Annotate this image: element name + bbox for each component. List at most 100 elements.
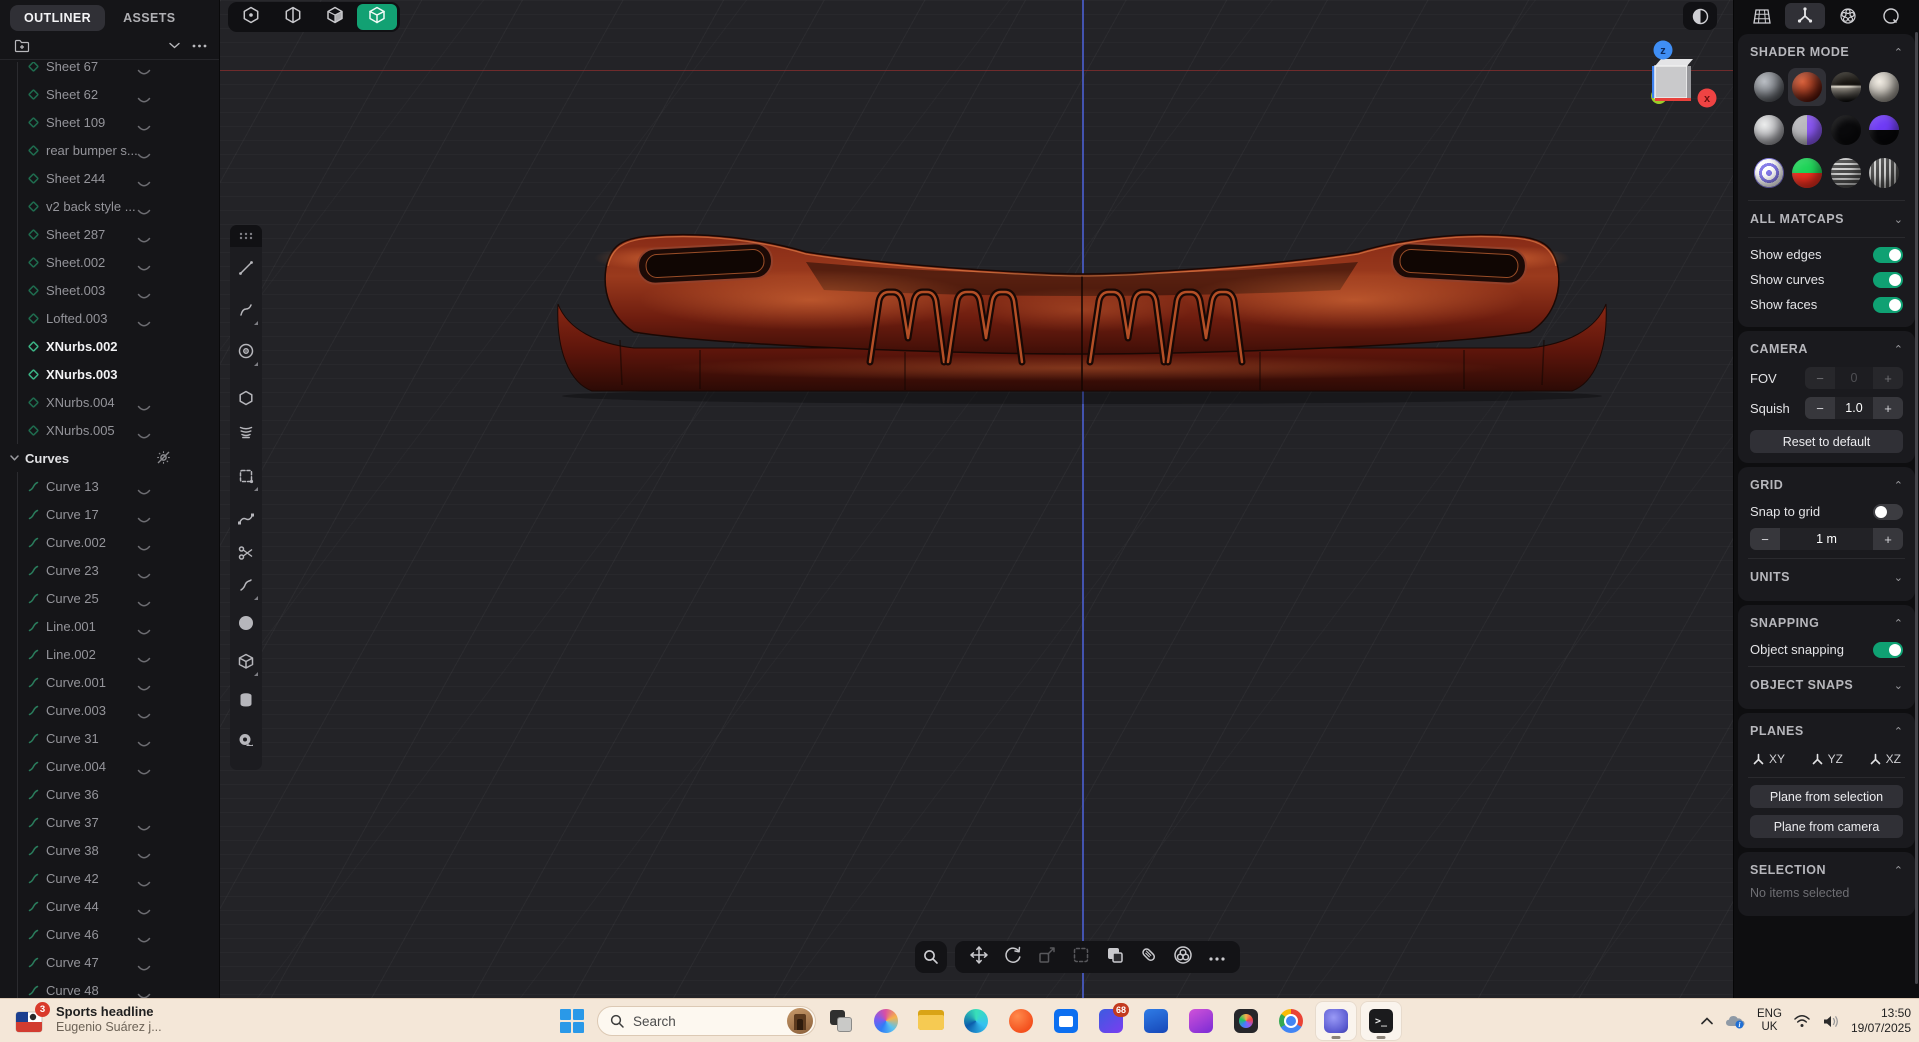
grid-header[interactable]: GRID ⌃ xyxy=(1750,471,1903,499)
news-widget[interactable]: 3 Sports headline Eugenio Suárez j... xyxy=(14,1003,162,1036)
rectangle-tool-button[interactable] xyxy=(230,463,262,493)
outliner-item-curve-48[interactable]: Curve 48 xyxy=(0,976,219,998)
fov-increase-button[interactable]: + xyxy=(1873,367,1903,389)
matcap-black[interactable] xyxy=(1827,111,1865,149)
panel-scrollbar[interactable] xyxy=(1915,32,1918,984)
matcap-pearl[interactable] xyxy=(1865,68,1903,106)
outliner-item-lofted-003[interactable]: Lofted.003 xyxy=(0,304,219,332)
outliner-item-sheet-62[interactable]: Sheet 62 xyxy=(0,80,219,108)
outliner-item-rear-bumper-s-[interactable]: rear bumper s... xyxy=(0,136,219,164)
plane-from-camera-button[interactable]: Plane from camera xyxy=(1750,815,1903,838)
grid-size-increase-button[interactable]: + xyxy=(1873,528,1903,550)
outliner-item-curve-13[interactable]: Curve 13 xyxy=(0,472,219,500)
trim-tool-button[interactable] xyxy=(230,419,262,449)
face-mode-button[interactable] xyxy=(315,4,355,30)
region-tool-button[interactable] xyxy=(1067,944,1094,971)
edge-taskbar-button[interactable] xyxy=(956,1002,996,1040)
matcap-steel[interactable] xyxy=(1750,68,1788,106)
media-player-taskbar-button[interactable] xyxy=(1181,1002,1221,1040)
plane-xz-button[interactable]: XZ xyxy=(1869,752,1901,766)
matcap-gray-purple-split[interactable] xyxy=(1788,111,1826,149)
grid-size-value[interactable]: 1 m xyxy=(1780,528,1873,550)
outliner-item-curve-42[interactable]: Curve 42 xyxy=(0,864,219,892)
plane-xy-button[interactable]: XY xyxy=(1752,752,1785,766)
tape-tool-button[interactable] xyxy=(230,727,262,757)
reset-to-default-button[interactable]: Reset to default xyxy=(1750,430,1903,453)
polygon-tool-button[interactable] xyxy=(230,385,262,415)
outliner-group-curves[interactable]: Curves xyxy=(0,444,219,472)
render-grid-tab[interactable] xyxy=(1742,3,1782,29)
terminal-taskbar-button[interactable]: >_ xyxy=(1361,1002,1401,1040)
taskbar-search[interactable] xyxy=(597,1006,816,1036)
visibility-off-icon[interactable] xyxy=(156,450,171,470)
phone-link-taskbar-button[interactable]: 68 xyxy=(1091,1002,1131,1040)
selection-header[interactable]: SELECTION ⌃ xyxy=(1750,856,1903,884)
brave-taskbar-button[interactable] xyxy=(1001,1002,1041,1040)
start-button[interactable] xyxy=(552,1002,592,1040)
outliner-item-xnurbs-004[interactable]: XNurbs.004 xyxy=(0,388,219,416)
zoom-search-button[interactable] xyxy=(915,941,947,973)
camera-header[interactable]: CAMERA ⌃ xyxy=(1750,335,1903,363)
outliner-item-sheet-287[interactable]: Sheet 287 xyxy=(0,220,219,248)
outliner-item-sheet-003[interactable]: Sheet.003 xyxy=(0,276,219,304)
view-cube-gizmo[interactable]: z x xyxy=(1645,36,1717,114)
outliner-item-curve-23[interactable]: Curve 23 xyxy=(0,556,219,584)
move-tool-button[interactable] xyxy=(965,944,992,971)
outliner-item-xnurbs-003[interactable]: XNurbs.003 xyxy=(0,360,219,388)
fov-decrease-button[interactable]: − xyxy=(1805,367,1835,389)
tab-outliner[interactable]: OUTLINER xyxy=(10,5,105,31)
volume-icon[interactable] xyxy=(1822,1014,1840,1029)
wifi-icon[interactable] xyxy=(1793,1014,1811,1028)
solid-mode-button[interactable] xyxy=(357,4,397,30)
show-faces-toggle[interactable] xyxy=(1873,297,1903,313)
squish-increase-button[interactable]: + xyxy=(1873,397,1903,419)
boolean-tool-button[interactable] xyxy=(1169,944,1196,971)
tray-chevron-up-icon[interactable] xyxy=(1701,1017,1713,1025)
onedrive-icon[interactable]: i xyxy=(1724,1013,1746,1029)
matcap-green-red-split[interactable] xyxy=(1788,154,1826,192)
box-tool-button[interactable] xyxy=(230,648,262,678)
edge-mode-button[interactable] xyxy=(273,4,313,30)
fov-value[interactable]: 0 xyxy=(1835,367,1873,389)
plasticity-taskbar-button[interactable] xyxy=(1316,1002,1356,1040)
language-indicator[interactable]: ENG UK xyxy=(1757,1008,1782,1034)
plane-yz-button[interactable]: YZ xyxy=(1811,752,1843,766)
outliner-item-curve-46[interactable]: Curve 46 xyxy=(0,920,219,948)
grid-size-decrease-button[interactable]: − xyxy=(1750,528,1780,550)
freehand-tool-button[interactable] xyxy=(230,572,262,602)
snapping-header[interactable]: SNAPPING ⌃ xyxy=(1750,609,1903,637)
outliner-item-v2-back-style-[interactable]: v2 back style ... xyxy=(0,192,219,220)
outliner-item-curve-25[interactable]: Curve 25 xyxy=(0,584,219,612)
matcap-porcelain[interactable] xyxy=(1750,111,1788,149)
outliner-item-curve-37[interactable]: Curve 37 xyxy=(0,808,219,836)
toolbar-drag-handle[interactable] xyxy=(230,225,262,247)
outliner-item-sheet-67[interactable]: Sheet 67 xyxy=(0,62,219,80)
curve-tool-button[interactable] xyxy=(230,297,262,327)
outliner-item-line-001[interactable]: Line.001 xyxy=(0,612,219,640)
chrome-taskbar-button[interactable] xyxy=(1271,1002,1311,1040)
all-matcaps-header[interactable]: ALL MATCAPS ⌄ xyxy=(1750,205,1903,233)
circle-tool-button[interactable] xyxy=(230,338,262,368)
cut-tool-button[interactable] xyxy=(230,540,262,570)
matcap-dark-horizon[interactable] xyxy=(1827,68,1865,106)
gizmo-settings-tab[interactable] xyxy=(1785,3,1825,29)
file-explorer-taskbar-button[interactable] xyxy=(911,1002,951,1040)
line-tool-button[interactable] xyxy=(230,255,262,285)
shader-mode-header[interactable]: SHADER MODE ⌃ xyxy=(1750,38,1903,66)
outliner-item-curve-003[interactable]: Curve.003 xyxy=(0,696,219,724)
outliner-item-curve-004[interactable]: Curve.004 xyxy=(0,752,219,780)
outliner-item-curve-31[interactable]: Curve 31 xyxy=(0,724,219,752)
item-expand-chevron[interactable] xyxy=(137,988,151,998)
app-blue-taskbar-button[interactable] xyxy=(1136,1002,1176,1040)
matcap-zebra-vertical[interactable] xyxy=(1865,154,1903,192)
outliner-item-xnurbs-005[interactable]: XNurbs.005 xyxy=(0,416,219,444)
outliner-item-curve-17[interactable]: Curve 17 xyxy=(0,500,219,528)
outliner-item-sheet-109[interactable]: Sheet 109 xyxy=(0,108,219,136)
spline-tool-button[interactable] xyxy=(230,506,262,536)
copilot-taskbar-button[interactable] xyxy=(866,1002,906,1040)
tab-assets[interactable]: ASSETS xyxy=(109,5,189,31)
outliner-item-xnurbs-002[interactable]: XNurbs.002 xyxy=(0,332,219,360)
collapse-all-button[interactable] xyxy=(169,42,180,49)
duplicate-tool-button[interactable] xyxy=(1101,944,1128,971)
rotate-tool-button[interactable] xyxy=(999,944,1026,971)
